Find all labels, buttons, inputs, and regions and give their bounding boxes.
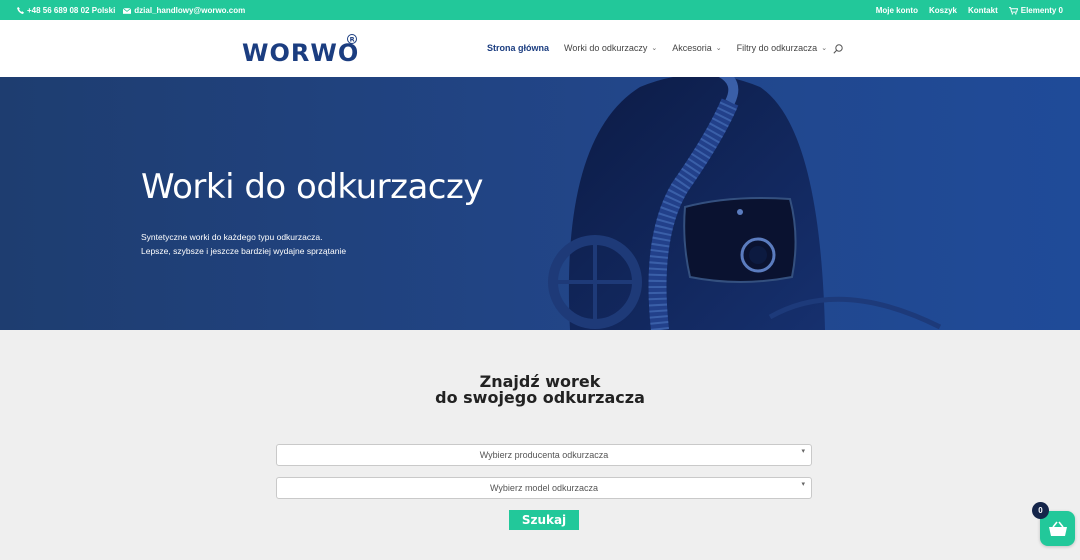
vacuum-cleaner-image <box>548 77 942 330</box>
svg-text:R: R <box>350 36 355 44</box>
search-button[interactable]: Szukaj <box>509 510 579 530</box>
shopping-cart-icon <box>1008 6 1018 15</box>
finder-title-line-2: do swojego odkurzacza <box>435 388 645 407</box>
dropdown-caret-icon: ▾ <box>801 481 805 488</box>
hero-subtitle: Syntetyczne worki do każdego typu odkurz… <box>141 230 346 258</box>
nav-home[interactable]: Strona główna <box>487 43 549 53</box>
phone-link[interactable]: +48 56 689 08 02 Polski <box>17 6 115 15</box>
manufacturer-select[interactable]: Wybierz producenta odkurzacza ▾ <box>276 444 812 466</box>
phone-icon <box>17 7 24 14</box>
nav-vacuum-bags[interactable]: Worki do odkurzaczy ⌄ <box>564 43 657 53</box>
phone-text: +48 56 689 08 02 Polski <box>27 6 116 15</box>
my-account-link[interactable]: Moje konto <box>876 6 918 15</box>
nav-accessories[interactable]: Akcesoria ⌄ <box>672 43 721 53</box>
top-bar: +48 56 689 08 02 Polski dzial_handlowy@w… <box>0 0 1080 20</box>
cart-items-link[interactable]: Elementy 0 <box>1008 6 1063 15</box>
basket-icon <box>1048 521 1067 536</box>
chevron-down-icon: ⌄ <box>715 45 722 52</box>
chevron-down-icon: ⌄ <box>821 45 828 52</box>
cart-items-text: Elementy 0 <box>1020 6 1063 15</box>
main-nav: Strona główna Worki do odkurzaczy ⌄ Akce… <box>487 43 842 53</box>
site-header: WORWO R Strona główna Worki do odkurzacz… <box>0 20 1080 77</box>
finder-title: Znajdź worek do swojego odkurzacza <box>0 374 1080 406</box>
email-link[interactable]: dzial_handlowy@worwo.com <box>123 6 245 15</box>
hero-banner: Worki do odkurzaczy Syntetyczne worki do… <box>0 77 1080 330</box>
model-select[interactable]: Wybierz model odkurzacza ▾ <box>276 477 812 499</box>
email-text: dzial_handlowy@worwo.com <box>134 6 246 15</box>
chevron-down-icon: ⌄ <box>651 45 658 52</box>
search-icon[interactable] <box>833 44 843 54</box>
hero-subtitle-line-1: Syntetyczne worki do każdego typu odkurz… <box>141 232 323 242</box>
dropdown-caret-icon: ▾ <box>801 448 805 455</box>
cart-count-badge: 0 <box>1032 502 1049 519</box>
worwo-logo[interactable]: WORWO R <box>242 32 360 67</box>
logo-text: WORWO <box>242 39 359 66</box>
nav-home-label: Strona główna <box>487 43 550 53</box>
nav-accessories-label: Akcesoria <box>672 43 712 53</box>
hero-subtitle-line-2: Lepsze, szybsze i jeszcze bardziej wydaj… <box>141 246 347 256</box>
envelope-icon <box>123 7 132 14</box>
nav-vacuum-bags-label: Worki do odkurzaczy <box>564 43 648 53</box>
nav-filters[interactable]: Filtry do odkurzacza ⌄ <box>737 43 827 53</box>
manufacturer-select-value: Wybierz producenta odkurzacza <box>479 450 609 460</box>
model-select-value: Wybierz model odkurzacza <box>490 483 598 493</box>
nav-filters-label: Filtry do odkurzacza <box>736 43 818 53</box>
contact-link[interactable]: Kontakt <box>968 6 998 15</box>
cart-link[interactable]: Koszyk <box>929 6 957 15</box>
hero-title: Worki do odkurzaczy <box>141 167 483 207</box>
